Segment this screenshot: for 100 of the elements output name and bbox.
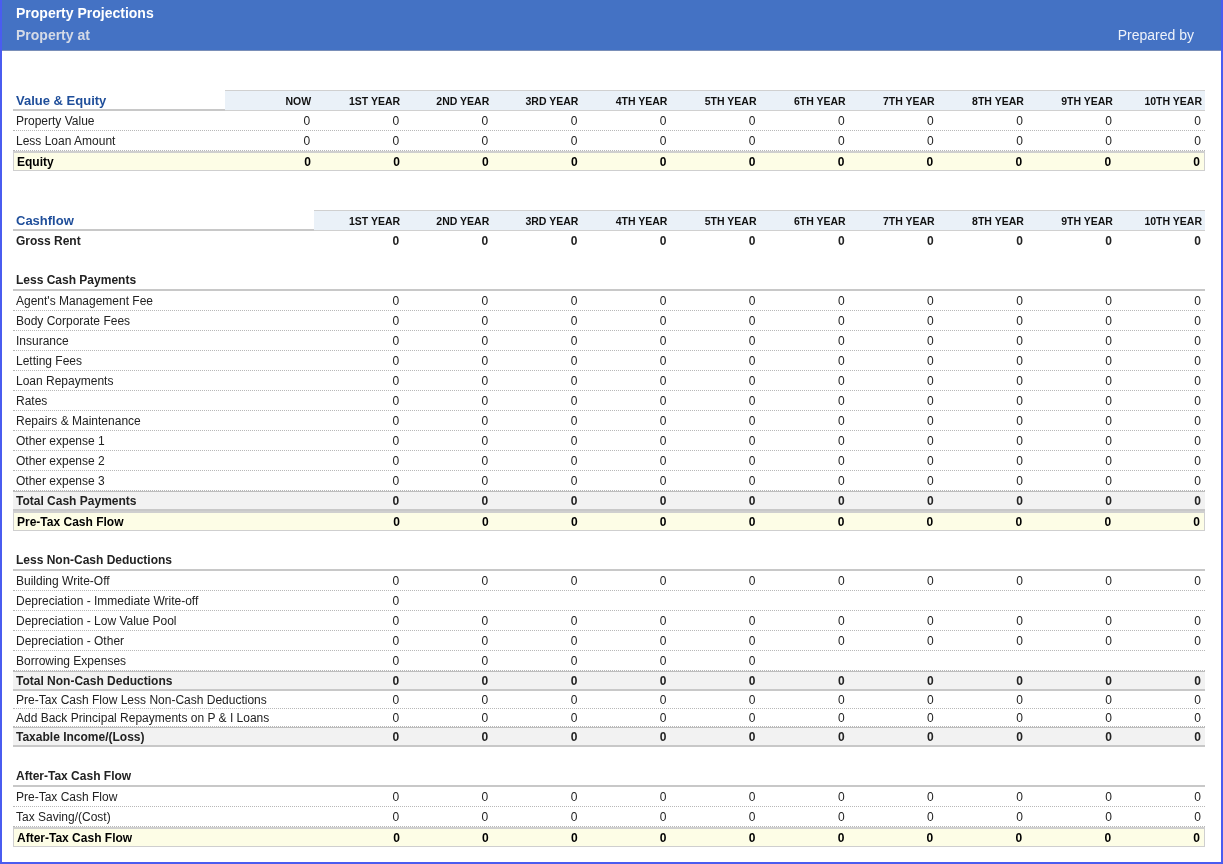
column-header: 2ND YEAR	[435, 214, 491, 227]
table-cell-text: 0	[1193, 453, 1202, 468]
table-cell-text: 0	[926, 809, 935, 824]
table-cell-text: 0	[747, 493, 757, 508]
table-cell-text: 0	[391, 313, 401, 328]
column-header: 9TH YEAR	[1060, 214, 1114, 227]
table-cell-text: 0	[1104, 433, 1113, 448]
table-cell-text: 0	[1103, 514, 1113, 529]
column-header: 3RD YEAR	[524, 94, 580, 107]
table-cell-text: 0	[658, 729, 668, 744]
section-heading: Less Non-Cash Deductions	[15, 553, 174, 567]
table-cell-text: 0	[1015, 373, 1024, 388]
table-cell-text: 0	[926, 729, 935, 744]
column-header: 1ST YEAR	[348, 214, 402, 227]
table-cell-text: 0	[926, 113, 935, 128]
row-label: Letting Fees	[15, 353, 84, 368]
table-cell-text: 0	[1015, 293, 1024, 308]
table-cell-text: 0	[569, 613, 579, 628]
table-cell-text: 0	[569, 353, 579, 368]
table-cell-text: 0	[569, 373, 579, 388]
table-cell-text: 0	[1015, 353, 1024, 368]
table-cell-text: 0	[391, 333, 401, 348]
table-cell-text: 0	[747, 653, 757, 668]
row-label: Pre-Tax Cash Flow Less Non-Cash Deductions	[15, 692, 268, 707]
table-cell-text: 0	[836, 234, 846, 248]
table-cell-text: 0	[1015, 789, 1024, 804]
table-cell-text: 0	[1015, 234, 1024, 248]
table-cell-text: 0	[1193, 710, 1202, 725]
table-cell-text: 0	[658, 809, 668, 824]
row-label: Add Back Principal Repayments on P & I Loans	[15, 710, 271, 725]
table-cell-text: 0	[836, 413, 846, 428]
table-title: Value & Equity	[13, 90, 225, 111]
table-cell-text: 0	[391, 234, 401, 248]
table-cell-text: 0	[1193, 673, 1202, 688]
column-header: 9TH YEAR	[1060, 94, 1114, 107]
table-cell-text: 0	[658, 673, 668, 688]
table-cell-text: 0	[836, 433, 846, 448]
table-cell-text: 0	[1104, 613, 1113, 628]
table-cell-text: 0	[658, 573, 668, 588]
table-cell-text: 0	[391, 789, 401, 804]
table-cell-text: 0	[569, 653, 579, 668]
column-header: 5TH YEAR	[703, 214, 758, 227]
row-label: Total Cash Payments	[15, 493, 138, 508]
table-cell-text: 0	[480, 673, 490, 688]
table-cell-text: 0	[1015, 710, 1024, 725]
table-cell-text: 0	[480, 353, 490, 368]
table-cell-text: 0	[480, 710, 490, 725]
column-header: 10TH YEAR	[1143, 214, 1203, 227]
table-title: Cashflow	[13, 210, 315, 231]
row-label: Rates	[15, 393, 49, 408]
table-cell-text: 0	[480, 473, 490, 488]
table-cell-text: 0	[747, 133, 757, 148]
table-cell-text: 0	[836, 613, 846, 628]
table-cell-text: 0	[658, 413, 668, 428]
property-label: Property at	[16, 27, 90, 44]
row-label: Body Corporate Fees	[15, 313, 132, 328]
table-cell-text: 0	[658, 353, 668, 368]
table-cell-text: 0	[926, 293, 935, 308]
table-cell-text: 0	[1193, 393, 1202, 408]
table-cell-text: 0	[1015, 413, 1024, 428]
table-cell-text: 0	[391, 293, 401, 308]
column-header: 6TH YEAR	[792, 94, 847, 107]
table-cell-text: 0	[747, 789, 757, 804]
table-cell-text: 0	[1104, 313, 1113, 328]
table-cell-text: 0	[926, 789, 935, 804]
table-cell-text: 0	[1014, 154, 1024, 169]
row-label: Pre-Tax Cash Flow	[16, 514, 125, 529]
table-cell-text: 0	[747, 373, 757, 388]
table-cell-text: 0	[569, 234, 579, 248]
table-cell-text: 0	[480, 413, 490, 428]
table-cell-text: 0	[391, 393, 401, 408]
row-label: Total Non-Cash Deductions	[15, 673, 174, 688]
table-cell-text: 0	[1104, 373, 1113, 388]
table-cell-text: 0	[926, 692, 935, 707]
row-label: Pre-Tax Cash Flow	[15, 789, 119, 804]
table-cell-text: 0	[658, 613, 668, 628]
table-cell-text: 0	[569, 633, 579, 648]
table-cell-text: 0	[836, 673, 846, 688]
table-cell-text: 0	[926, 573, 935, 588]
table-cell-text: 0	[1193, 113, 1202, 128]
row-label: Tax Saving/(Cost)	[15, 809, 112, 824]
table-cell-text: 0	[1193, 573, 1202, 588]
table-cell-text: 0	[658, 710, 668, 725]
table-cell-text: 0	[1015, 613, 1024, 628]
table-cell-text: 0	[1193, 413, 1202, 428]
table-cell-text: 0	[391, 692, 401, 707]
table-cell-text: 0	[1193, 293, 1202, 308]
table-cell-text: 0	[926, 633, 935, 648]
table-cell-text: 0	[836, 809, 846, 824]
table-cell-text: 0	[926, 453, 935, 468]
table-cell-text: 0	[1104, 692, 1113, 707]
table-cell-text: 0	[480, 313, 490, 328]
table-cell-text: 0	[1193, 789, 1202, 804]
table-cell-text: 0	[480, 293, 490, 308]
table-cell-text: 0	[569, 473, 579, 488]
table-cell-text: 0	[1192, 154, 1201, 169]
table-cell-text: 0	[1015, 113, 1024, 128]
table-cell-text: 0	[569, 393, 579, 408]
table-cell-text: 0	[481, 514, 490, 529]
table-cell-text: 0	[747, 433, 757, 448]
